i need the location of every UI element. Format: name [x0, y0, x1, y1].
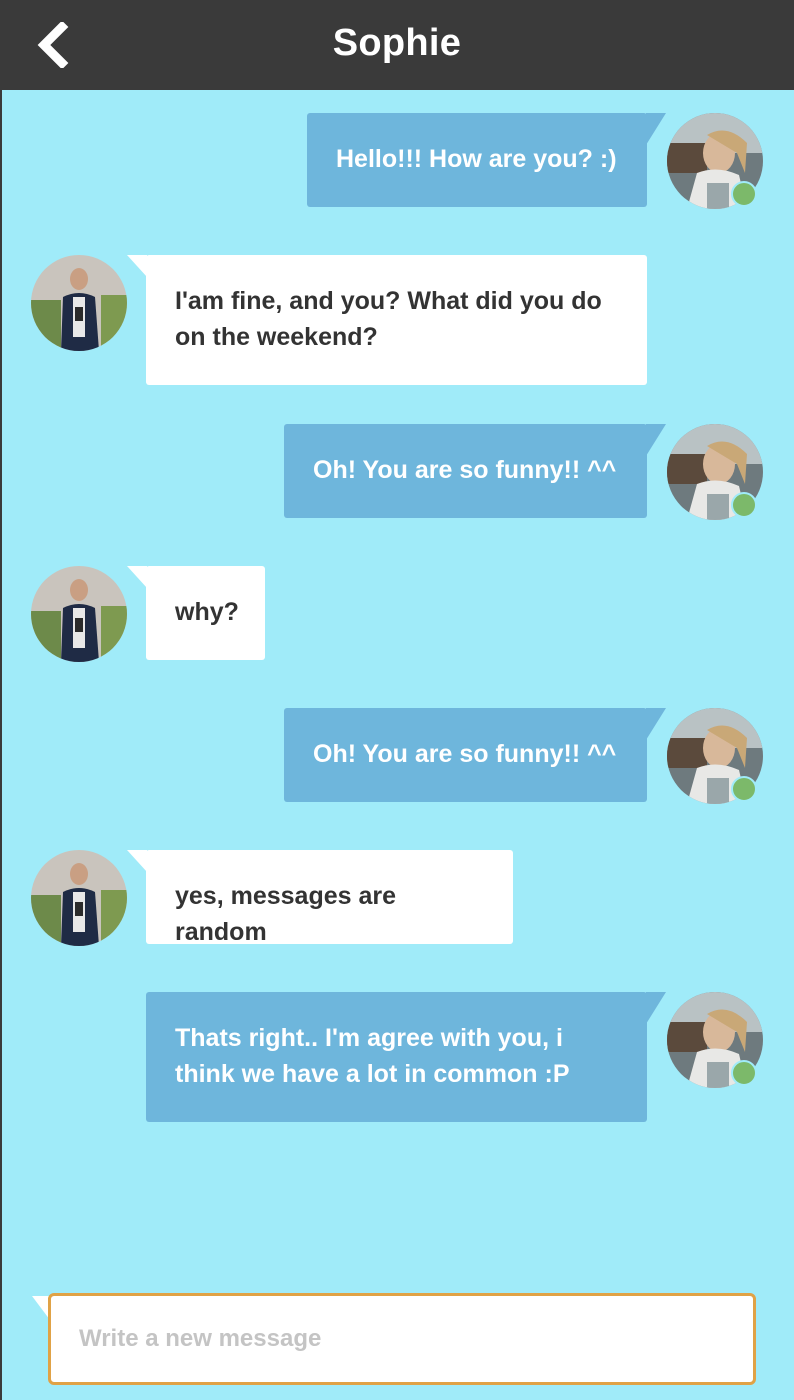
message-bubble-sent: Oh! You are so funny!! ^^: [284, 424, 666, 518]
message-text: why?: [175, 598, 239, 626]
message-bubble-sent: Oh! You are so funny!! ^^: [284, 708, 666, 802]
online-status-dot: [731, 181, 757, 207]
message-input[interactable]: [51, 1296, 753, 1382]
message-text: Oh! You are so funny!! ^^: [313, 456, 617, 484]
online-status-dot: [731, 492, 757, 518]
message-text: Oh! You are so funny!! ^^: [313, 740, 617, 768]
message-text: Hello!!! How are you? :): [336, 145, 617, 173]
message-text: I'am fine, and you? What did you do on t…: [175, 287, 602, 351]
message-bubble-received: why?: [127, 566, 265, 660]
avatar-contact[interactable]: [31, 255, 127, 351]
message-bubble-received: I'am fine, and you? What did you do on t…: [127, 255, 647, 385]
online-status-dot: [731, 1060, 757, 1086]
message-composer: [48, 1293, 756, 1385]
avatar-contact[interactable]: [31, 850, 127, 946]
contact-name: Sophie: [332, 22, 462, 64]
message-text: yes, messages are random: [175, 882, 397, 946]
message-bubble-sent: Thats right.. I'm agree with you, i thin…: [146, 992, 666, 1122]
window-edge: [0, 0, 2, 1400]
chat-header: Sophie: [0, 0, 794, 90]
online-status-dot: [731, 776, 757, 802]
avatar-contact[interactable]: [31, 566, 127, 662]
message-text: Thats right.. I'm agree with you, i thin…: [175, 1024, 570, 1088]
message-bubble-sent: Hello!!! How are you? :): [307, 113, 666, 207]
message-bubble-received: yes, messages are random: [127, 850, 513, 946]
